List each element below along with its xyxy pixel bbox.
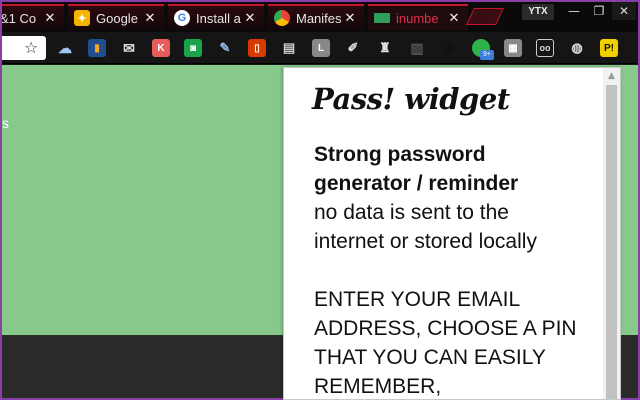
- close-icon[interactable]: ✕: [142, 10, 158, 26]
- address-bar[interactable]: ☆: [2, 36, 46, 60]
- cloud-icon[interactable]: ☁: [56, 39, 74, 57]
- brush-icon[interactable]: ✐: [344, 39, 362, 57]
- popup-heading-line: Strong password: [314, 143, 486, 166]
- bear-icon[interactable]: ◆: [440, 39, 458, 57]
- bookmark-star-icon[interactable]: ☆: [24, 38, 38, 57]
- tab-3[interactable]: G Install a ✕: [168, 4, 264, 30]
- scroll-up-arrow-icon[interactable]: ▲: [603, 68, 620, 85]
- page-icon: [374, 13, 390, 23]
- chart-icon[interactable]: ▮: [88, 39, 106, 57]
- pass-widget-icon[interactable]: P!: [600, 39, 618, 57]
- popup-instruction-line: ENTER YOUR EMAIL: [314, 288, 521, 311]
- mail-icon[interactable]: ✉: [120, 39, 138, 57]
- popup-desc-line: internet or stored locally: [314, 230, 537, 253]
- tab-strip: &1 Co ✕ ✦ Google ✕ G Install a ✕ Manifes…: [2, 2, 638, 32]
- popup-scrollbar[interactable]: ▲: [603, 68, 620, 399]
- popup-instruction-line: ADDRESS, CHOOSE A PIN: [314, 317, 577, 340]
- popup-heading-line: generator / reminder: [314, 172, 519, 195]
- tab-title: Google: [96, 10, 138, 26]
- extension-badge: 9+: [480, 50, 494, 60]
- popup-instruction-line: REMEMBER,: [314, 375, 442, 398]
- restore-icon[interactable]: ❐: [587, 2, 611, 20]
- extension-popup: Pass! widget Strong password generator /…: [283, 67, 621, 400]
- new-tab-button[interactable]: [466, 8, 504, 25]
- office-icon[interactable]: ▯: [248, 39, 266, 57]
- puzzle-icon[interactable]: ▦: [504, 39, 522, 57]
- k-icon[interactable]: K: [152, 39, 170, 57]
- popup-title: Pass! widget: [312, 82, 510, 116]
- tab-5-active[interactable]: inumbe ✕: [368, 4, 468, 30]
- notes-icon[interactable]: ▤: [280, 39, 298, 57]
- profile-button[interactable]: YTX: [522, 4, 554, 20]
- tab-title: inumbe: [396, 10, 439, 26]
- tab-title: Manifes: [296, 10, 342, 26]
- owl-icon[interactable]: oo: [536, 39, 554, 57]
- l-icon[interactable]: L: [312, 39, 330, 57]
- popup-instruction-line: THAT YOU CAN EASILY: [314, 346, 546, 369]
- popup-body: Strong password generator / reminder no …: [314, 140, 600, 399]
- chrome-icon: [274, 10, 290, 26]
- tab-title: Install a: [196, 10, 241, 26]
- close-icon[interactable]: ✕: [446, 10, 462, 26]
- close-icon[interactable]: ✕: [42, 10, 58, 26]
- lightbulb-icon: ✦: [74, 10, 90, 26]
- pen-icon[interactable]: ✎: [216, 39, 234, 57]
- minimize-icon[interactable]: —: [562, 2, 586, 20]
- close-window-icon[interactable]: ✕: [612, 2, 636, 20]
- stamp-icon[interactable]: ♜: [376, 39, 394, 57]
- close-icon[interactable]: ✕: [342, 10, 358, 26]
- pin-icon[interactable]: ◍: [568, 39, 586, 57]
- popup-desc-line: no data is sent to the: [314, 201, 509, 224]
- close-icon[interactable]: ✕: [242, 10, 258, 26]
- scroll-thumb[interactable]: [606, 85, 617, 399]
- tab-2[interactable]: ✦ Google ✕: [68, 4, 164, 30]
- google-g-icon: G: [174, 10, 190, 26]
- tab-1[interactable]: &1 Co ✕: [0, 4, 64, 30]
- page-text-fragment: s: [2, 115, 9, 131]
- book-icon[interactable]: ▥: [408, 39, 426, 57]
- tab-title: &1 Co: [0, 10, 37, 26]
- toolbar: ☆ ☁ ▮ ✉ K ◙ ✎ ▯ ▤ L ✐ ♜ ▥ ◆ ▦ oo ◍ P!: [2, 32, 638, 64]
- robot-icon[interactable]: ◙: [184, 39, 202, 57]
- tab-4[interactable]: Manifes ✕: [268, 4, 364, 30]
